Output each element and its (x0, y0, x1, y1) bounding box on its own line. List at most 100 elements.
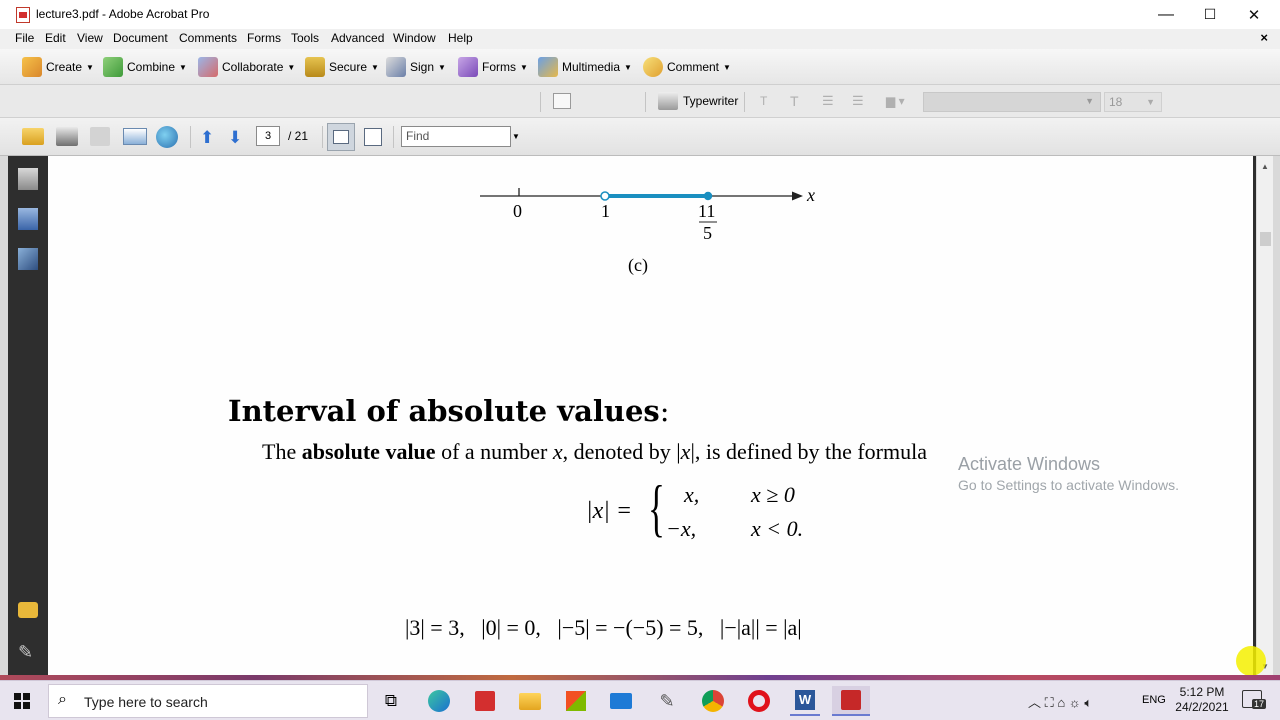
acrobat-reader-icon[interactable] (470, 686, 500, 716)
maximize-button[interactable]: ☐ (1188, 0, 1232, 29)
chevron-down-icon: ▼ (287, 62, 296, 72)
signatures-panel-icon[interactable] (18, 248, 38, 270)
previous-page-icon[interactable]: ⬆ (200, 128, 214, 148)
bookmarks-panel-icon[interactable] (18, 208, 38, 230)
title-bar: lecture3.pdf - Adobe Acrobat Pro — ☐ ✕ (0, 0, 1280, 29)
taskbar-search-placeholder: Type here to search (84, 694, 208, 710)
print-icon[interactable] (56, 127, 78, 146)
toolbar-divider (645, 92, 646, 112)
toolbar-divider (322, 126, 323, 148)
microsoft-store-icon[interactable] (561, 686, 591, 716)
def-x: x (552, 439, 563, 464)
open-folder-icon[interactable] (22, 128, 44, 145)
menu-view[interactable]: View (77, 31, 103, 45)
taskbar-clock[interactable]: 5:12 PM 24/2/2021 (1172, 685, 1232, 715)
menu-advanced[interactable]: Advanced (331, 31, 384, 45)
font-name-dropdown[interactable]: ▼ (923, 92, 1101, 112)
collaborate-button[interactable]: Collaborate ▼ (198, 55, 295, 79)
close-button[interactable]: ✕ (1232, 0, 1276, 29)
definition-text: The absolute value of a number x, denote… (262, 439, 927, 465)
secure-label: Secure (329, 60, 368, 74)
menu-document[interactable]: Document (113, 31, 168, 45)
vertical-scrollbar[interactable]: ▲ ▼ (1256, 156, 1273, 675)
forms-label: Forms (482, 60, 516, 74)
def-mid: of a number (435, 439, 553, 464)
scrollbar-thumb[interactable] (1260, 232, 1271, 246)
font-size-value: 18 (1109, 95, 1123, 109)
windows-start-icon[interactable] (14, 693, 30, 709)
typewriter-button[interactable]: Typewriter (683, 94, 738, 108)
open-endpoint (600, 191, 610, 201)
taskbar-search-box[interactable]: ⌕ Type here to search (48, 684, 368, 718)
menu-bar: File Edit View Document Comments Forms T… (0, 29, 1280, 49)
notification-center-icon[interactable]: 17 (1242, 690, 1267, 709)
tasks-toolbar: Create ▼ Combine ▼ Collaborate ▼ Secure ▼ Si… (0, 49, 1280, 85)
figure-caption: (c) (628, 255, 648, 275)
chevron-down-icon: ▼ (179, 62, 187, 72)
comments-panel-icon[interactable] (18, 602, 38, 618)
page-number-input[interactable]: 3 (256, 126, 280, 146)
email-icon[interactable] (123, 128, 147, 145)
combine-label: Combine (127, 60, 176, 74)
text-larger-icon[interactable]: T (790, 93, 799, 109)
input-language[interactable]: ENG (1142, 694, 1166, 706)
menu-window[interactable]: Window (393, 31, 436, 45)
acrobat-pro-taskbar-icon[interactable] (832, 686, 870, 716)
clock-time: 5:12 PM (1179, 685, 1225, 699)
secure-button[interactable]: Secure ▼ (305, 55, 379, 79)
fit-page-icon[interactable] (364, 128, 382, 146)
multimedia-button[interactable]: Multimedia ▼ (538, 55, 632, 79)
comment-button[interactable]: Comment ▼ (643, 55, 731, 79)
comment-bubble-icon (643, 57, 663, 77)
line-spacing-down-icon[interactable]: ☰ (822, 93, 834, 109)
toolbar-divider (393, 126, 394, 148)
menu-help[interactable]: Help (448, 31, 473, 45)
font-size-dropdown[interactable]: 18 ▼ (1104, 92, 1162, 112)
menu-comments[interactable]: Comments (179, 31, 237, 45)
heading-colon: : (659, 394, 670, 428)
edge-browser-icon[interactable] (424, 686, 454, 716)
menu-tools[interactable]: Tools (291, 31, 319, 45)
collaborate-label: Collaborate (222, 60, 284, 74)
navigation-pane: ✎ (8, 156, 48, 675)
combine-button[interactable]: Combine ▼ (103, 55, 187, 79)
toolbar-divider (190, 126, 191, 148)
task-view-icon[interactable]: ⧉ (376, 686, 406, 716)
forms-button[interactable]: Forms ▼ (458, 55, 528, 79)
menu-forms[interactable]: Forms (247, 31, 281, 45)
window-right-edge (1273, 156, 1280, 675)
search-icon: ⌕ (58, 691, 67, 708)
formula-case1-condition: x ≥ 0 (751, 482, 795, 507)
next-page-icon[interactable]: ⬇ (228, 128, 242, 148)
fit-width-button[interactable] (327, 123, 355, 151)
attachments-paperclip-icon[interactable]: ✎ (18, 642, 38, 664)
minimize-button[interactable]: — (1144, 0, 1188, 29)
document-close-button[interactable]: × (1260, 30, 1268, 45)
opera-icon[interactable] (744, 686, 774, 716)
text-color-icon[interactable]: ▆ ▾ (886, 94, 905, 108)
scroll-up-icon[interactable]: ▲ (1261, 162, 1269, 171)
save-icon[interactable] (90, 127, 110, 146)
create-button[interactable]: Create ▼ (22, 55, 94, 79)
menu-edit[interactable]: Edit (45, 31, 66, 45)
tick-label-1: 1 (601, 201, 610, 221)
pages-panel-icon[interactable] (18, 168, 38, 190)
sign-button[interactable]: Sign ▼ (386, 55, 446, 79)
paint-icon[interactable]: ✎ (652, 686, 682, 716)
mail-icon[interactable] (606, 686, 636, 716)
web-globe-icon[interactable] (156, 126, 178, 148)
line-spacing-up-icon[interactable]: ☰ (852, 93, 864, 109)
system-tray-icons[interactable]: ︿ ⛶ ⌂ ☼ 🔈︎ (1028, 692, 1092, 711)
closed-endpoint (703, 191, 713, 201)
find-input[interactable]: Find (401, 126, 511, 147)
menu-file[interactable]: File (15, 31, 34, 45)
chrome-icon[interactable] (698, 686, 728, 716)
panel-icon[interactable] (553, 93, 571, 109)
def-x2: x (680, 439, 691, 464)
file-explorer-icon[interactable] (515, 686, 545, 716)
find-options-chevron-icon[interactable]: ▼ (512, 132, 520, 141)
word-icon[interactable]: W (790, 686, 820, 716)
tick-label-0: 0 (513, 201, 522, 221)
chevron-down-icon: ▼ (723, 62, 731, 72)
text-smaller-icon[interactable]: T (760, 94, 767, 108)
